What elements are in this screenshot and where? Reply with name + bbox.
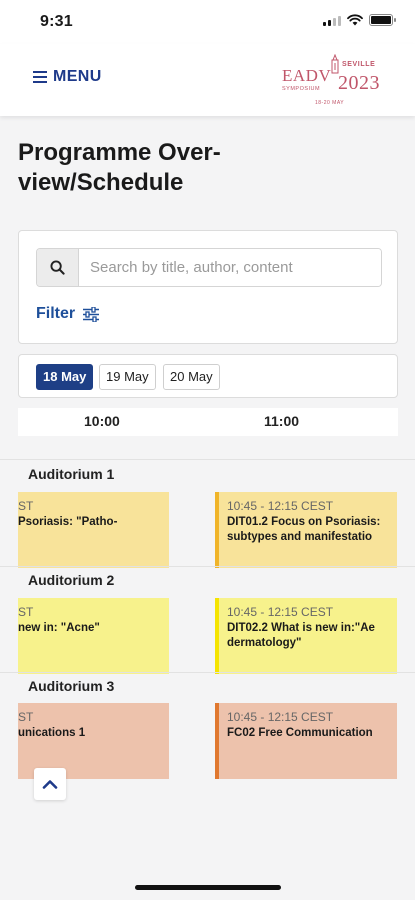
search-input[interactable] (79, 249, 381, 286)
menu-button[interactable]: MENU (33, 68, 102, 86)
session-time: ST (18, 710, 34, 724)
battery-icon (369, 14, 396, 26)
session-time: 10:45 - 12:15 CEST (227, 499, 334, 513)
scroll-top-button[interactable] (34, 768, 66, 800)
session-accent (215, 492, 219, 568)
time-label-10: 10:00 (84, 413, 120, 429)
date-tab-18-may[interactable]: 18 May (36, 364, 94, 390)
session-card[interactable]: ST Psoriasis: "Patho- (18, 492, 169, 568)
eadv-logo: EADV SYMPOSIUM SEVILLE 2023 18-20 MAY (282, 54, 384, 106)
session-title: new in: "Acne" (18, 622, 100, 634)
menu-label: MENU (53, 68, 102, 85)
signal-icon (323, 15, 341, 26)
session-accent (215, 703, 219, 779)
status-icons (323, 14, 396, 26)
filter-label: Filter (36, 305, 76, 322)
search-group (36, 248, 382, 287)
search-button[interactable] (37, 249, 79, 286)
session-title: DIT02.2 What is new in:"Ae (227, 622, 375, 634)
logo-symposium: SYMPOSIUM (282, 86, 321, 92)
session-card[interactable]: 10:45 - 12:15 CEST DIT01.2 Focus on Psor… (215, 492, 397, 568)
room-label-auditorium-1: Auditorium 1 (28, 466, 115, 482)
wifi-icon (347, 14, 363, 26)
filter-button[interactable]: Filter (36, 305, 100, 323)
session-card[interactable]: 10:45 - 12:15 CEST DIT02.2 What is new i… (215, 598, 397, 674)
sliders-icon (83, 306, 100, 322)
hamburger-icon (33, 71, 47, 83)
room-divider (0, 459, 415, 460)
session-time: 10:45 - 12:15 CEST (227, 710, 334, 724)
room-divider (0, 566, 415, 567)
session-time: 10:45 - 12:15 CEST (227, 605, 334, 619)
session-card[interactable]: 10:45 - 12:15 CEST FC02 Free Communicati… (215, 703, 397, 779)
logo-brand: EADV (282, 66, 332, 85)
logo-year: 2023 (338, 72, 380, 94)
session-card[interactable]: ST new in: "Acne" (18, 598, 169, 674)
date-tabs: 18 May 19 May 20 May (18, 354, 398, 398)
session-time: ST (18, 605, 34, 619)
home-indicator (135, 885, 281, 890)
status-bar: 9:31 (0, 0, 415, 44)
room-label-auditorium-2: Auditorium 2 (28, 572, 115, 588)
page-title: Programme Over-view/Schedule (18, 139, 221, 196)
search-card: Filter (18, 230, 398, 344)
room-label-auditorium-3: Auditorium 3 (28, 678, 115, 694)
session-title: DIT01.2 Focus on Psoriasis: (227, 516, 381, 528)
logo-dates: 18-20 MAY (315, 100, 345, 106)
logo-city: SEVILLE (342, 61, 376, 68)
time-label-11: 11:00 (264, 413, 300, 429)
app-header: MENU EADV SYMPOSIUM SEVILLE 2023 18-20 M… (0, 44, 415, 116)
session-accent (215, 598, 219, 674)
session-time: ST (18, 499, 34, 513)
session-title: Psoriasis: "Patho- (18, 516, 118, 528)
session-title: FC02 Free Communication (227, 727, 373, 739)
session-title-cont: dermatology" (227, 637, 302, 649)
status-time: 9:31 (40, 13, 73, 30)
room-divider (0, 672, 415, 673)
date-tab-19-may[interactable]: 19 May (99, 364, 156, 390)
search-icon (50, 260, 65, 275)
session-title: unications 1 (18, 727, 86, 739)
session-title-cont: subtypes and manifestatio (227, 531, 373, 543)
timeline-header: 10:00 11:00 (18, 408, 398, 436)
chevron-up-icon (42, 780, 58, 789)
date-tab-20-may[interactable]: 20 May (163, 364, 220, 390)
